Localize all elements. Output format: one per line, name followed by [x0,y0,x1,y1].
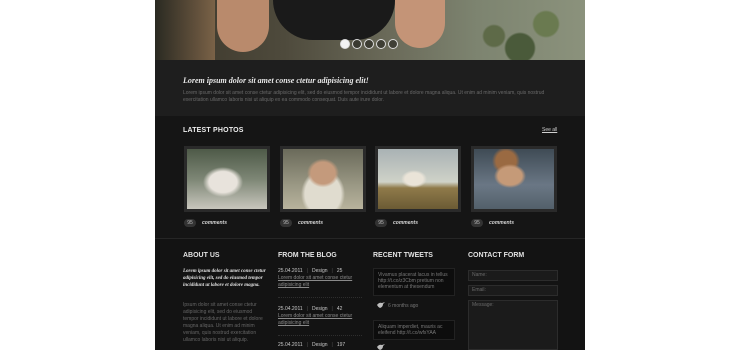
blog-post-2: 25.04.2011 | Design | 42 Lorem dolor sit ame… [278,306,362,327]
hero-model-arm-left [217,0,269,52]
tweet-text: Aliquam imperdiet, mauris ac eleifend ht… [378,324,443,336]
blog-post-category[interactable]: Design [312,306,328,312]
blog-post-comments[interactable]: 197 [337,342,345,348]
blog-post-comments[interactable]: 42 [337,306,343,312]
hero-foliage-decoration [455,0,585,60]
intro-text: Lorem ipsum dolor sit amet conse ctetur … [183,90,545,103]
comment-count-badge: 95 [184,219,196,227]
hero-slider-image [155,0,585,60]
comment-count-badge: 95 [471,219,483,227]
comments-link[interactable]: comments [393,220,418,226]
photo-meta-3: 95 comments [375,218,418,228]
comment-count-badge: 95 [280,219,292,227]
see-all-link[interactable]: See all [542,127,557,133]
blog-post-category[interactable]: Design [312,268,328,274]
hero-model-dress [273,0,395,40]
twitter-bird-icon [377,344,385,350]
about-us-title: ABOUT US [183,252,220,259]
intro-section: Lorem ipsum dolor sit amet conse ctetur … [155,60,585,116]
blog-post-category[interactable]: Design [312,342,328,348]
blog-post-date: 25.04.2011 [278,306,303,312]
blog-post-comments[interactable]: 25 [337,268,343,274]
slider-dot-5[interactable] [388,39,398,49]
contact-name-input[interactable]: Name: [468,270,558,281]
from-the-blog-title: FROM THE BLOG [278,252,337,259]
blog-post-date: 25.04.2011 [278,342,303,348]
photo-image-2 [283,149,363,209]
photo-thumbnail-4[interactable] [471,146,557,212]
recent-tweets-title: RECENT TWEETS [373,252,433,259]
blog-post-link[interactable]: Lorem dolor sit amet conse ctetur adipis… [278,275,362,289]
contact-message-textarea[interactable]: Message: [468,300,558,350]
hero-model-arm-right [395,0,445,48]
blog-post-link[interactable]: Lorem dolor sit amet conse ctetur adipis… [278,313,362,327]
comments-link[interactable]: comments [489,220,514,226]
page-wrapper: Lorem ipsum dolor sit amet conse ctetur … [155,0,585,350]
blog-post-1: 25.04.2011 | Design | 25 Lorem dolor sit ame… [278,268,362,289]
photo-meta-2: 95 comments [280,218,323,228]
photo-thumbnail-3[interactable] [375,146,461,212]
photo-thumbnail-2[interactable] [280,146,366,212]
photo-meta-4: 95 comments [471,218,514,228]
tweet-2: Aliquam imperdiet, mauris ac eleifend ht… [373,320,455,340]
slider-pagination [340,39,398,49]
contact-email-input[interactable]: Email: [468,285,558,296]
photo-image-4 [474,149,554,209]
comment-count-badge: 95 [375,219,387,227]
tweet-time: 6 months ago [388,303,419,309]
contact-form-title: CONTACT FORM [468,252,525,259]
slider-dot-2[interactable] [352,39,362,49]
latest-photos-title: LATEST PHOTOS [183,127,244,134]
photo-thumbnail-1[interactable] [184,146,270,212]
about-us-text: Ipsum dolor sit amet conse ctetur adipis… [183,302,263,343]
blog-divider [278,297,362,298]
blog-divider [278,335,362,336]
slider-dot-1[interactable] [340,39,350,49]
photo-image-3 [378,149,458,209]
blog-post-3: 25.04.2011 | Design | 197 [278,342,346,348]
tweet-text: Vivamus placerat lacus in tellus http://… [378,272,448,290]
comments-link[interactable]: comments [202,220,227,226]
slider-dot-3[interactable] [364,39,374,49]
twitter-bird-icon [377,302,385,308]
photo-meta-1: 95 comments [184,218,227,228]
slider-dot-4[interactable] [376,39,386,49]
tweet-1: Vivamus placerat lacus in tellus http://… [373,268,455,296]
about-us-intro: Lorem ipsum dolor sit amet conse ctetur … [183,269,266,288]
hero-tree-decoration [155,0,215,60]
comments-link[interactable]: comments [298,220,323,226]
intro-title: Lorem ipsum dolor sit amet conse ctetur … [183,76,369,85]
blog-post-date: 25.04.2011 [278,268,303,274]
photo-image-1 [187,149,267,209]
